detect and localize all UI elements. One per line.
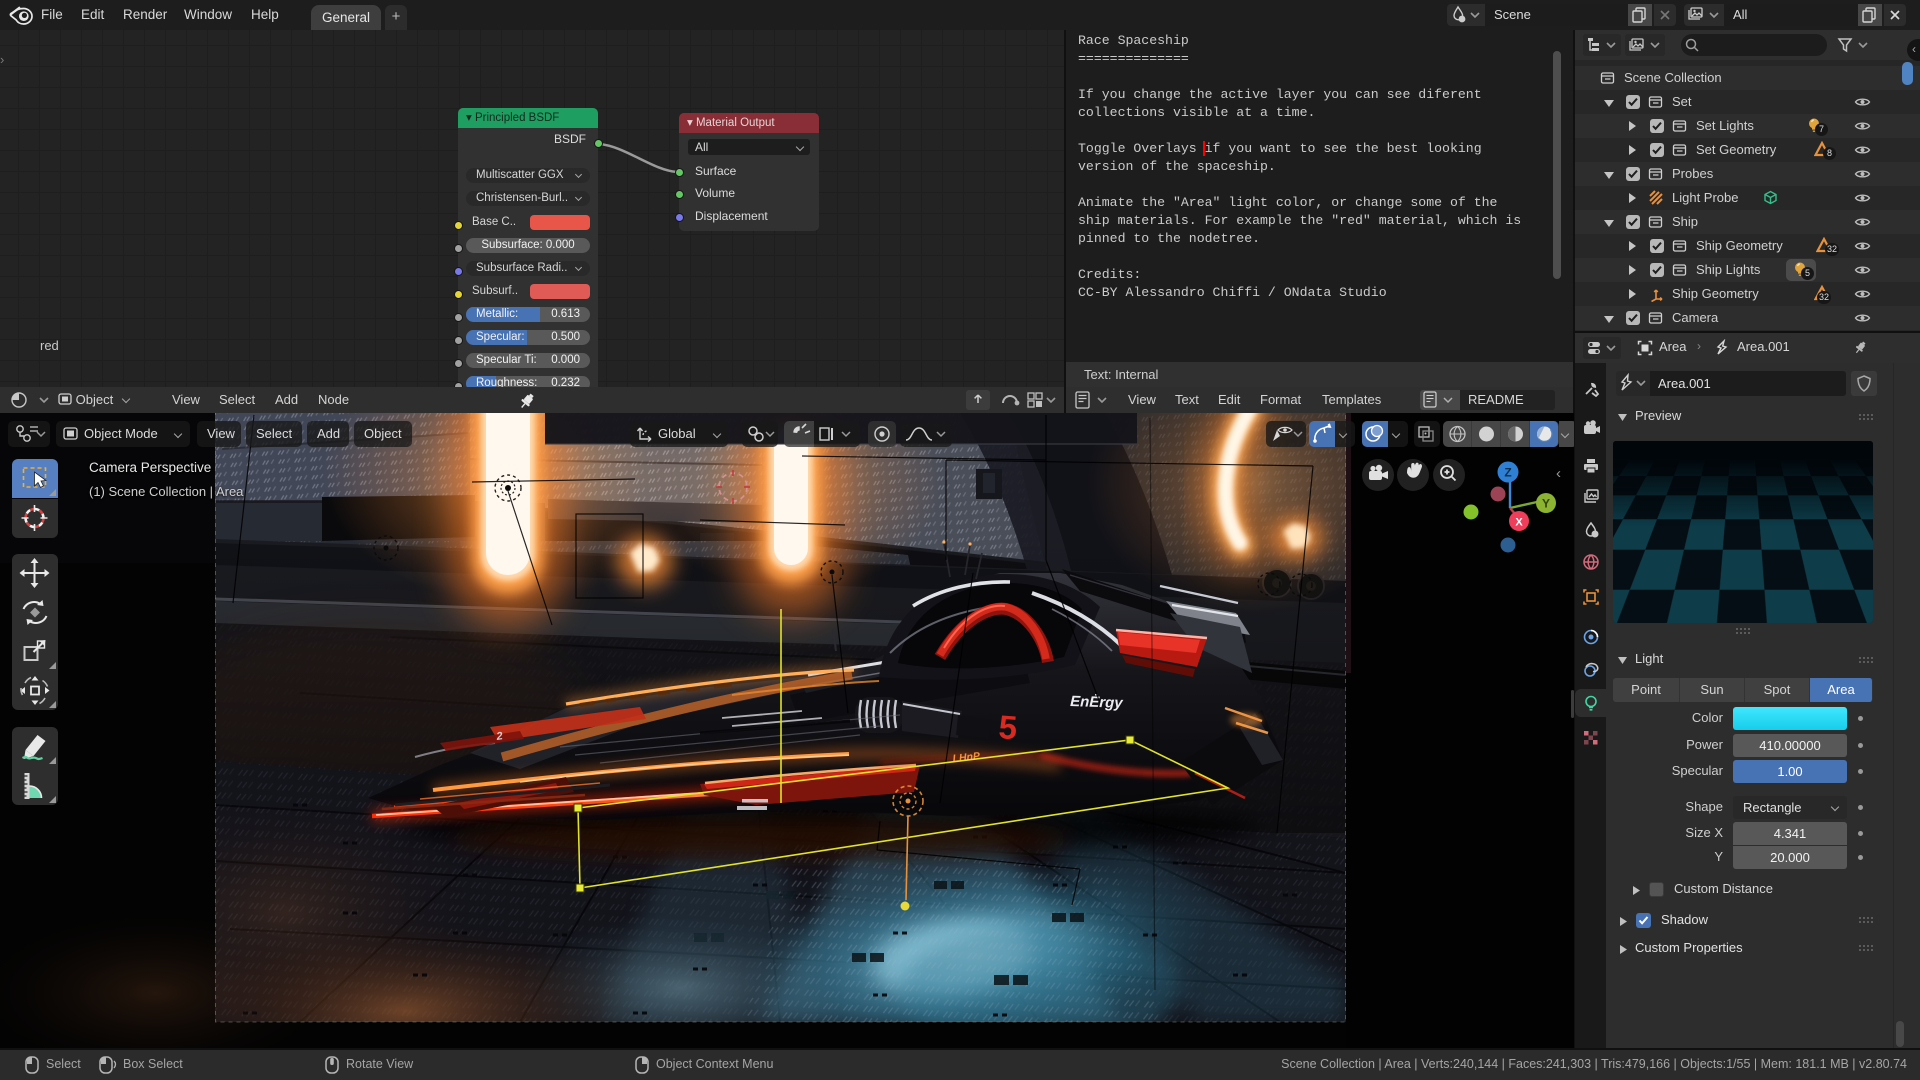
svg-text:5: 5 xyxy=(998,708,1019,746)
svg-text:Y: Y xyxy=(1542,497,1550,511)
svg-text:Z: Z xyxy=(1504,466,1511,480)
svg-text:X: X xyxy=(1515,517,1523,529)
